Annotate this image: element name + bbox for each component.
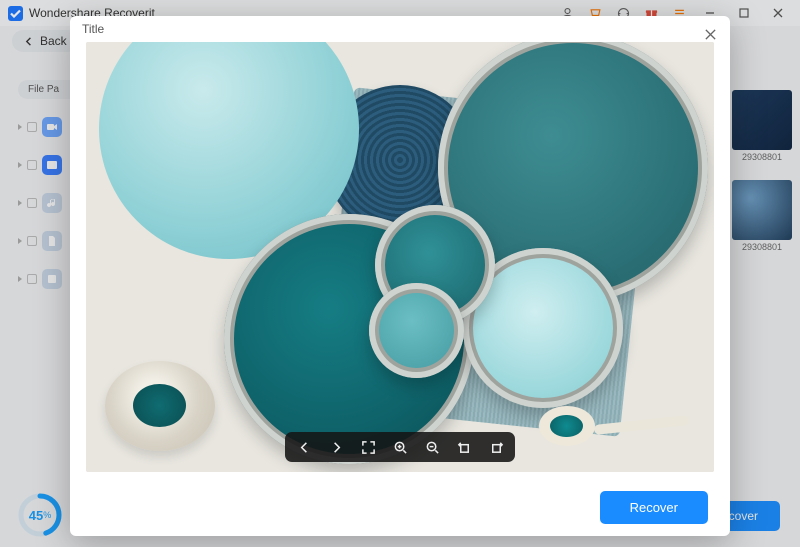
image-toolbar [285, 432, 515, 462]
modal-close-button[interactable] [700, 24, 720, 44]
preview-modal: Title [70, 16, 730, 536]
zoom-out-button[interactable] [423, 438, 441, 456]
zoom-in-button[interactable] [391, 438, 409, 456]
rotate-right-button[interactable] [487, 438, 505, 456]
modal-footer: Recover [70, 478, 730, 536]
fullscreen-button[interactable] [359, 438, 377, 456]
preview-image [86, 42, 714, 472]
modal-title: Title [82, 22, 104, 36]
modal-overlay: Title [0, 0, 800, 547]
next-image-button[interactable] [327, 438, 345, 456]
rotate-left-button[interactable] [455, 438, 473, 456]
prev-image-button[interactable] [295, 438, 313, 456]
recover-button[interactable]: Recover [600, 491, 708, 524]
